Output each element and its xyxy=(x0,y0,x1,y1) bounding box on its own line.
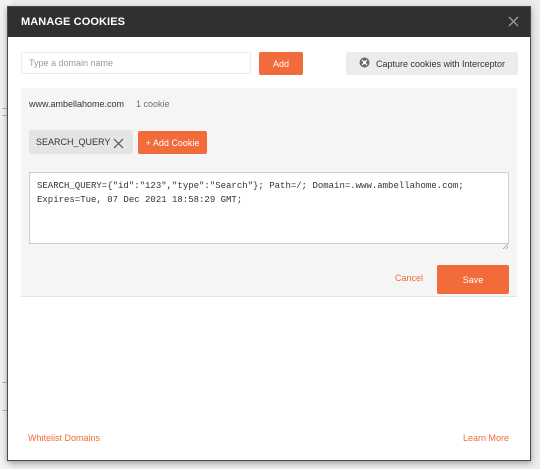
domain-cookie-panel: www.ambellahome.com 1 cookie SEARCH_QUER… xyxy=(21,88,517,297)
add-cookie-button[interactable]: + Add Cookie xyxy=(138,131,207,154)
dialog-header: MANAGE COOKIES xyxy=(8,7,530,37)
manage-cookies-dialog: MANAGE COOKIES Add Capture cookies with … xyxy=(7,6,531,461)
remove-cookie-icon[interactable] xyxy=(113,136,124,149)
dialog-title: MANAGE COOKIES xyxy=(21,16,126,28)
close-icon[interactable] xyxy=(507,15,520,28)
cancel-button[interactable]: Cancel xyxy=(395,273,423,283)
domain-name: www.ambellahome.com xyxy=(29,99,125,109)
add-domain-button[interactable]: Add xyxy=(259,52,303,75)
cookie-count: 1 cookie xyxy=(136,99,170,109)
cookie-name: SEARCH_QUERY xyxy=(36,137,111,147)
resize-grip-icon[interactable] xyxy=(502,237,509,250)
save-button[interactable]: Save xyxy=(437,265,509,294)
domain-input[interactable] xyxy=(21,52,251,74)
interceptor-label: Capture cookies with Interceptor xyxy=(375,58,506,69)
learn-more-link[interactable]: Learn More xyxy=(463,433,509,443)
cookie-value-editor[interactable]: SEARCH_QUERY={"id":"123","type":"Search"… xyxy=(29,172,509,244)
capture-interceptor-button[interactable]: Capture cookies with Interceptor xyxy=(346,52,518,75)
cookie-chip[interactable]: SEARCH_QUERY xyxy=(29,130,133,154)
satellite-icon xyxy=(359,57,370,70)
whitelist-domains-link[interactable]: Whitelist Domains xyxy=(28,433,100,443)
